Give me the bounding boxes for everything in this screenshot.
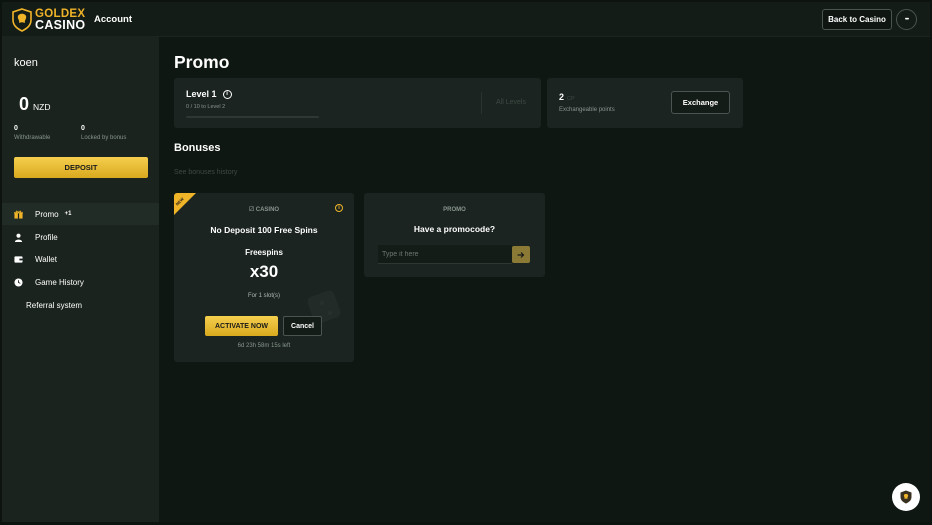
more-options-button[interactable]: ••• (896, 9, 917, 30)
clock-icon (14, 277, 23, 287)
points-value: 2 CP (559, 92, 575, 102)
promocode-input[interactable] (378, 245, 512, 264)
promo-question: Have a promocode? (413, 224, 496, 234)
activate-now-button[interactable]: ACTIVATE NOW (205, 316, 278, 336)
balance: 0 NZD (19, 94, 51, 115)
deposit-button[interactable]: DEPOSIT (14, 157, 148, 178)
logo[interactable]: GOLDEX CASINO (12, 7, 85, 33)
promo-count-badge: +1 (64, 211, 72, 217)
sidebar-item-game-history[interactable]: Game History (2, 271, 159, 293)
bonus-name: No Deposit 100 Free Spins (210, 225, 318, 235)
bonus-type: Freespins (245, 248, 283, 257)
back-to-casino-button[interactable]: Back to Casino (822, 9, 892, 30)
locked-label: Locked by bonus (81, 135, 127, 141)
bonus-category: ⚂ CASINO (174, 206, 354, 213)
level-name: Level 1 (186, 89, 217, 99)
username: koen (14, 57, 38, 69)
wallet-icon (14, 255, 23, 263)
sidebar-item-label: Wallet (35, 254, 57, 264)
bonus-info-icon[interactable]: i (335, 204, 343, 212)
promocode-card: PROMO Have a promocode? (364, 193, 545, 277)
all-levels-link[interactable]: All Levels (496, 99, 526, 106)
balance-amount: 0 (19, 94, 30, 114)
info-icon[interactable]: i (222, 89, 232, 99)
withdrawable-balance: 0 Withdrawable (14, 125, 50, 141)
user-icon (14, 233, 23, 242)
withdrawable-value: 0 (14, 125, 18, 132)
logo-text: GOLDEX CASINO (35, 8, 86, 32)
dice-small-icon: ⚂ (248, 207, 256, 213)
bonuses-history-link[interactable]: See bonuses history (174, 169, 237, 176)
points-label: Exchangeable points (559, 107, 615, 113)
level-card: Level 1 i 0 / 10 to Level 2 All Levels (174, 78, 541, 128)
points-amount: 2 (559, 92, 565, 102)
bonus-condition: For 1 slot(s) (247, 293, 280, 299)
support-chat-button[interactable] (892, 483, 920, 511)
locked-value: 0 (81, 125, 85, 132)
cancel-button[interactable]: Cancel (283, 316, 322, 336)
points-card: 2 CP Exchangeable points Exchange (547, 78, 743, 128)
account-link[interactable]: Account (94, 14, 132, 25)
level-progress-text: 0 / 10 to Level 2 (186, 104, 226, 110)
bonus-timer: 6d 23h 58m 15s left (237, 343, 291, 349)
logo-line-2: CASINO (35, 18, 86, 32)
sidebar-item-promo[interactable]: Promo +1 (2, 203, 159, 225)
more-dots-icon: ••• (904, 16, 909, 23)
bonuses-heading: Bonuses (174, 142, 221, 154)
arrow-right-icon (517, 251, 525, 258)
sidebar: koen 0 NZD 0 Withdrawable 0 Locked by bo… (2, 37, 159, 522)
promo-category: PROMO (443, 207, 466, 213)
level-progress-bar (186, 116, 319, 118)
divider (481, 92, 482, 114)
level-title: Level 1 i (186, 89, 232, 99)
withdrawable-label: Withdrawable (14, 135, 51, 141)
sidebar-item-wallet[interactable]: Wallet (2, 248, 159, 270)
lion-shield-icon (12, 8, 32, 32)
promocode-submit-button[interactable] (512, 246, 530, 263)
locked-balance: 0 Locked by bonus (81, 125, 126, 141)
top-bar: GOLDEX CASINO Account Back to Casino ••• (2, 2, 930, 37)
sidebar-item-profile[interactable]: Profile (2, 226, 159, 248)
bonus-category-label: CASINO (255, 207, 280, 213)
gift-icon (14, 210, 23, 219)
app-window: GOLDEX CASINO Account Back to Casino •••… (2, 2, 930, 522)
sidebar-item-label: Game History (35, 277, 84, 287)
exchange-button[interactable]: Exchange (671, 91, 730, 114)
sidebar-item-label: Referral system (26, 300, 83, 310)
shield-logo-icon (900, 490, 912, 504)
sidebar-item-label: Profile (35, 232, 58, 242)
points-unit: CP (567, 96, 575, 102)
sidebar-item-referral[interactable]: Referral system (2, 294, 159, 316)
sidebar-item-label: Promo (35, 209, 59, 219)
bonus-card: NEW ⚂ CASINO i No Deposit 100 Free Spins… (174, 193, 354, 362)
bonus-multiplier: x30 (249, 262, 279, 281)
page-title: Promo (174, 52, 230, 72)
balance-currency: NZD (33, 102, 51, 112)
